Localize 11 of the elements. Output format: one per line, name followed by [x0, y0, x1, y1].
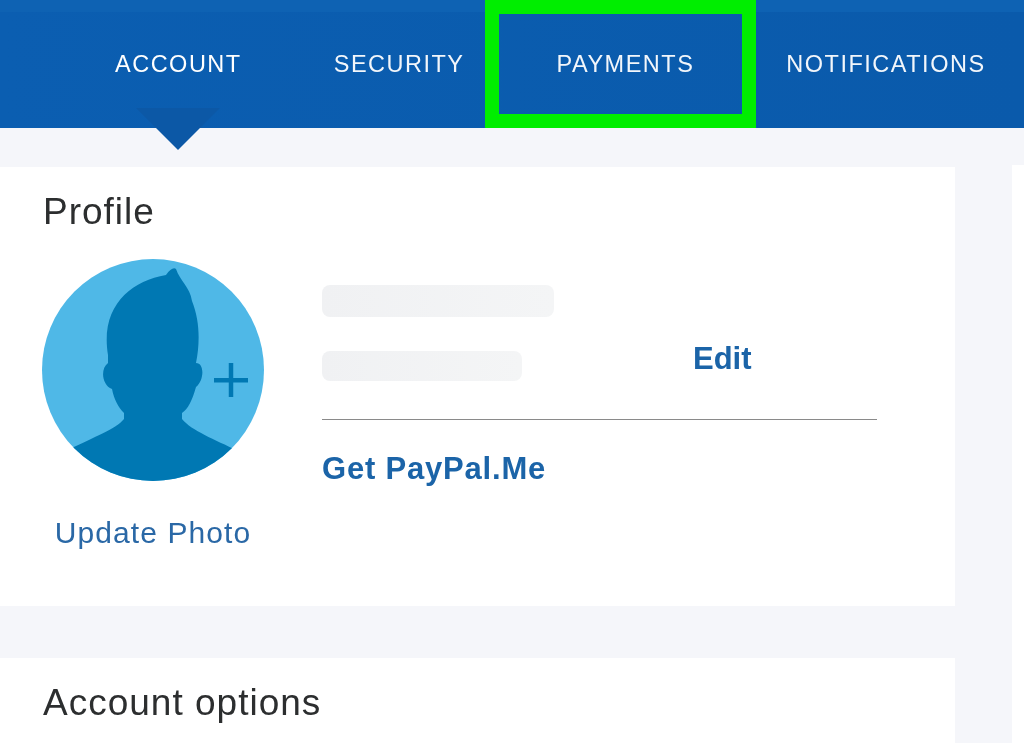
nav-tab[interactable]: SECURITY — [287, 0, 511, 128]
nav-tab[interactable]: NOTIFICATIONS — [740, 0, 1024, 128]
get-paypal-me-link[interactable]: Get PayPal.Me — [322, 451, 547, 487]
nav-tab[interactable]: PAYMENTS — [510, 0, 741, 128]
nav-tab[interactable]: ACCOUNT — [69, 0, 288, 128]
selected-tab-pointer-icon — [136, 108, 221, 150]
section-title: Account options — [43, 683, 322, 723]
avatar-placeholder[interactable] — [42, 259, 264, 481]
section-title: Profile — [43, 192, 155, 232]
update-photo-link[interactable]: Update Photo — [54, 515, 252, 551]
edit-link[interactable]: Edit — [693, 341, 752, 377]
